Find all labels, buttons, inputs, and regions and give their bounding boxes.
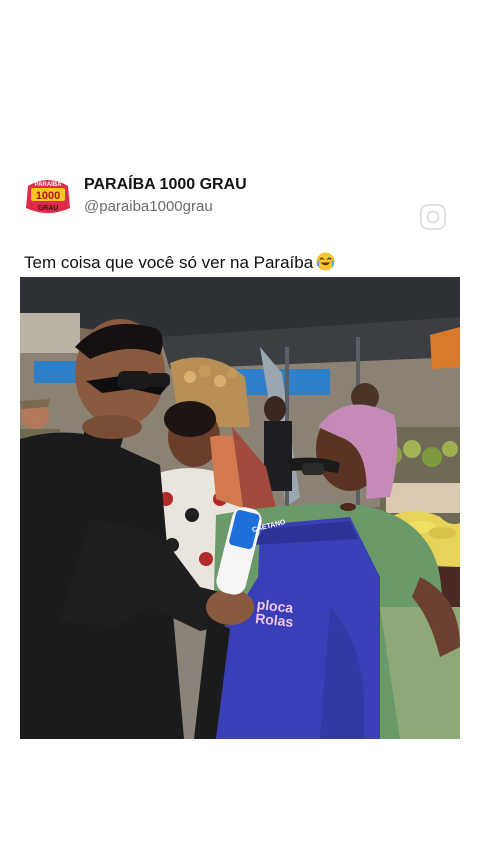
account-handle[interactable]: @paraiba1000grau: [84, 198, 213, 215]
post-caption: Tem coisa que você só ver na Paraíba: [24, 252, 335, 273]
caption-text: Tem coisa que você só ver na Paraíba: [24, 253, 314, 272]
post-header: PARAÍBA 1000 GRAU PARAÍBA 1000 GRAU @par…: [22, 172, 458, 230]
laughing-crying-emoji-icon: [316, 252, 335, 271]
account-name[interactable]: PARAÍBA 1000 GRAU: [84, 176, 247, 194]
avatar-text-middle: 1000: [36, 190, 60, 202]
post-screen: PARAÍBA 1000 GRAU PARAÍBA 1000 GRAU @par…: [0, 0, 480, 854]
avatar-text-bottom: GRAU: [38, 205, 59, 212]
video-player[interactable]: CAETANO ploca Rolas: [20, 277, 460, 739]
apron-label: ploca Rolas: [254, 596, 295, 630]
video-frame: [20, 277, 460, 739]
avatar-text-top: PARAÍBA: [35, 180, 63, 188]
avatar[interactable]: PARAÍBA 1000 GRAU: [22, 172, 74, 220]
watermark-icon: [418, 202, 448, 232]
